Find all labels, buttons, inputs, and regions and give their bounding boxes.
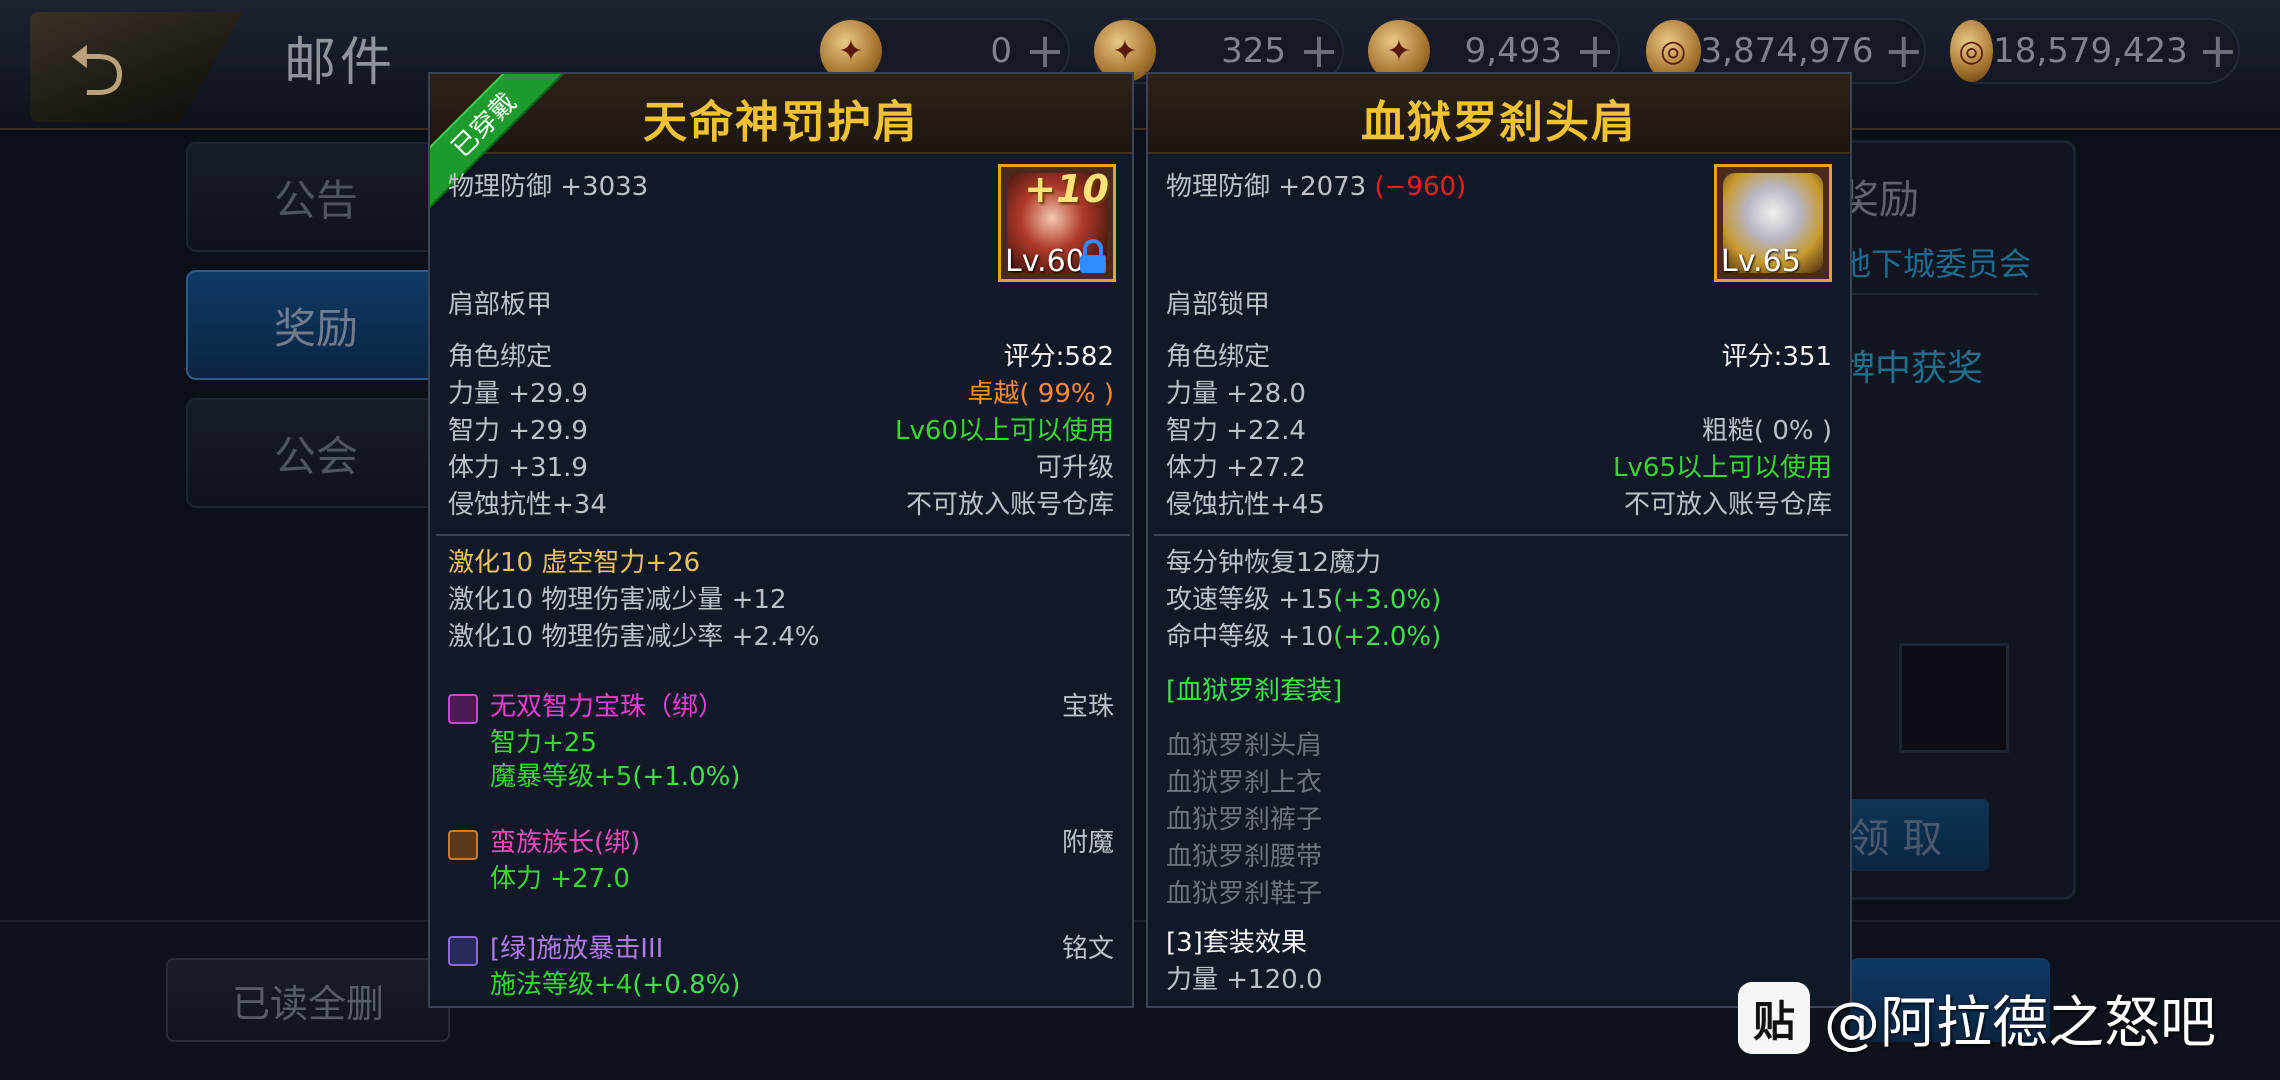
enchant-stat: 体力 +27.0 bbox=[490, 864, 630, 894]
main-stat-diff: (−960) bbox=[1374, 172, 1467, 202]
gem-stat: 智力+25 bbox=[490, 728, 597, 758]
stat-left: 侵蚀抗性+45 bbox=[1166, 490, 1325, 520]
item-level: Lv.60 bbox=[1005, 244, 1085, 279]
inscription-icon bbox=[448, 936, 478, 966]
amplify-line: 激化10 虚空智力+26 bbox=[448, 548, 701, 578]
set-piece: 血狱罗刹头肩 bbox=[1166, 731, 1323, 761]
mail-body: 牌中获奖 bbox=[1839, 348, 1984, 389]
stat-right: 评分:351 bbox=[1721, 342, 1832, 372]
stat-left: 角色绑定 bbox=[1166, 342, 1271, 372]
back-arrow-icon: ⮌ bbox=[68, 28, 126, 112]
currency-value: 18,579,423 bbox=[1993, 31, 2188, 71]
stat-right: 不可放入账号仓库 bbox=[1623, 490, 1832, 520]
stat-right: Lv65以上可以使用 bbox=[1613, 453, 1832, 483]
currency-slot-5: ◎ 18,579,423 + bbox=[1950, 18, 2240, 84]
set-effect: 力量 +120.0 bbox=[1166, 965, 1323, 995]
extra-stat: 每分钟恢复12魔力 bbox=[1166, 548, 1382, 578]
gem-stat: 魔暴等级+5(+1.0%) bbox=[490, 760, 740, 794]
currency-value: 325 bbox=[1221, 31, 1286, 71]
divider bbox=[1154, 534, 1848, 536]
inscription-name: [绿]施放暴击III bbox=[490, 934, 664, 964]
gem-stat-bonus: (+1.0%) bbox=[632, 762, 741, 792]
enchant-name: 蛮族族长(绑) bbox=[490, 828, 641, 858]
set-name: [血狱罗刹套装] bbox=[1166, 676, 1343, 706]
extra-stat: 命中等级 +10(+2.0%) bbox=[1166, 620, 1441, 654]
main-stat: 物理防御 +2073 (−960) bbox=[1166, 170, 1466, 204]
compare-item-tooltip: 血狱罗刹头肩 Lv.65 物理防御 +2073 (−960) 肩部锁甲 角色绑定… bbox=[1146, 72, 1852, 1008]
tab-announcement[interactable]: 公告 bbox=[186, 142, 446, 252]
amplify-line: 激化10 物理伤害减少率 +2.4% bbox=[448, 622, 820, 652]
stat-right: Lv60以上可以使用 bbox=[895, 416, 1114, 446]
stat-right: 可升级 bbox=[1035, 453, 1114, 483]
enchant-tag: 附魔 bbox=[1061, 828, 1114, 858]
inscription-stat-value: 施法等级+4 bbox=[490, 970, 633, 1000]
stat-left: 智力 +29.9 bbox=[448, 416, 588, 446]
set-piece: 血狱罗刹腰带 bbox=[1166, 842, 1323, 872]
enchant-card-icon bbox=[448, 830, 478, 860]
stat-left: 侵蚀抗性+34 bbox=[448, 490, 607, 520]
stat-left: 角色绑定 bbox=[448, 342, 553, 372]
set-piece: 血狱罗刹上衣 bbox=[1166, 768, 1323, 798]
amplify-line: 激化10 物理伤害减少量 +12 bbox=[448, 585, 787, 615]
tab-rewards[interactable]: 奖励 bbox=[186, 270, 446, 380]
set-effect-title: [3]套装效果 bbox=[1166, 928, 1307, 958]
item-header: 血狱罗刹头肩 bbox=[1148, 74, 1850, 154]
attachment-slot[interactable] bbox=[1899, 643, 2009, 753]
delete-read-button[interactable]: 已读全删 bbox=[166, 958, 450, 1042]
item-level: Lv.65 bbox=[1721, 244, 1801, 279]
watermark-text: @阿拉德之怒吧 bbox=[1824, 990, 2216, 1056]
item-icon: +10 Lv.60 bbox=[998, 164, 1116, 282]
currency-value: 9,493 bbox=[1464, 31, 1562, 71]
item-name: 血狱罗刹头肩 bbox=[1361, 97, 1637, 148]
inscription-stat: 施法等级+4(+0.8%) bbox=[490, 968, 740, 1002]
extra-stat-value: 命中等级 +10 bbox=[1166, 622, 1334, 652]
main-stat: 物理防御 +3033 bbox=[448, 172, 649, 202]
extra-stat-value: 攻速等级 +15 bbox=[1166, 585, 1334, 615]
extra-stat: 攻速等级 +15(+3.0%) bbox=[1166, 583, 1441, 617]
lock-icon bbox=[1080, 239, 1106, 273]
tab-guild[interactable]: 公会 bbox=[186, 398, 446, 508]
item-type: 肩部板甲 bbox=[448, 290, 553, 320]
page-title: 邮件 bbox=[284, 33, 397, 93]
stat-right: 卓越( 99% ) bbox=[967, 379, 1114, 409]
item-type: 肩部锁甲 bbox=[1166, 290, 1271, 320]
set-piece: 血狱罗刹裤子 bbox=[1166, 805, 1323, 835]
tieba-logo-icon: 贴 bbox=[1738, 982, 1810, 1054]
set-piece: 血狱罗刹鞋子 bbox=[1166, 879, 1323, 909]
stat-right: 不可放入账号仓库 bbox=[905, 490, 1114, 520]
currency-value: 3,874,976 bbox=[1700, 31, 1874, 71]
stat-right: 评分:582 bbox=[1003, 342, 1114, 372]
item-icon: Lv.65 bbox=[1714, 164, 1832, 282]
stat-left: 智力 +22.4 bbox=[1166, 416, 1306, 446]
add-currency-button[interactable]: + bbox=[1884, 27, 1924, 75]
watermark: 贴 @阿拉德之怒吧 bbox=[1738, 980, 2216, 1056]
gold-coin-lock-icon: ◎ bbox=[1950, 20, 1994, 82]
gem-tag: 宝珠 bbox=[1061, 692, 1114, 722]
stat-left: 体力 +31.9 bbox=[448, 453, 588, 483]
gem-icon bbox=[448, 694, 478, 724]
mail-sender: 地下城委员会 bbox=[1839, 245, 2032, 283]
stat-left: 力量 +29.9 bbox=[448, 379, 588, 409]
inscription-tag: 铭文 bbox=[1061, 934, 1114, 964]
gem-stat-value: 魔暴等级+5 bbox=[490, 762, 633, 792]
add-currency-button[interactable]: + bbox=[1296, 27, 1342, 75]
add-currency-button[interactable]: + bbox=[1572, 27, 1618, 75]
extra-stat-bonus: (+3.0%) bbox=[1333, 585, 1442, 615]
inscription-stat-bonus: (+0.8%) bbox=[632, 970, 741, 1000]
equipped-item-tooltip: 天命神罚护肩 已穿戴 +10 Lv.60 物理防御 +3033 肩部板甲 角色绑… bbox=[428, 72, 1134, 1008]
enhance-level: +10 bbox=[1024, 167, 1109, 211]
stat-left: 力量 +28.0 bbox=[1166, 379, 1306, 409]
currency-value: 0 bbox=[990, 31, 1012, 71]
add-currency-button[interactable]: + bbox=[2198, 27, 2238, 75]
divider bbox=[436, 534, 1130, 536]
stat-right: 粗糙( 0% ) bbox=[1701, 416, 1832, 446]
divider bbox=[1839, 293, 2039, 295]
extra-stat-bonus: (+2.0%) bbox=[1333, 622, 1442, 652]
add-currency-button[interactable]: + bbox=[1022, 27, 1068, 75]
main-stat-value: 物理防御 +2073 bbox=[1166, 172, 1367, 202]
stat-left: 体力 +27.2 bbox=[1166, 453, 1306, 483]
gem-name: 无双智力宝珠（绑） bbox=[490, 692, 725, 722]
